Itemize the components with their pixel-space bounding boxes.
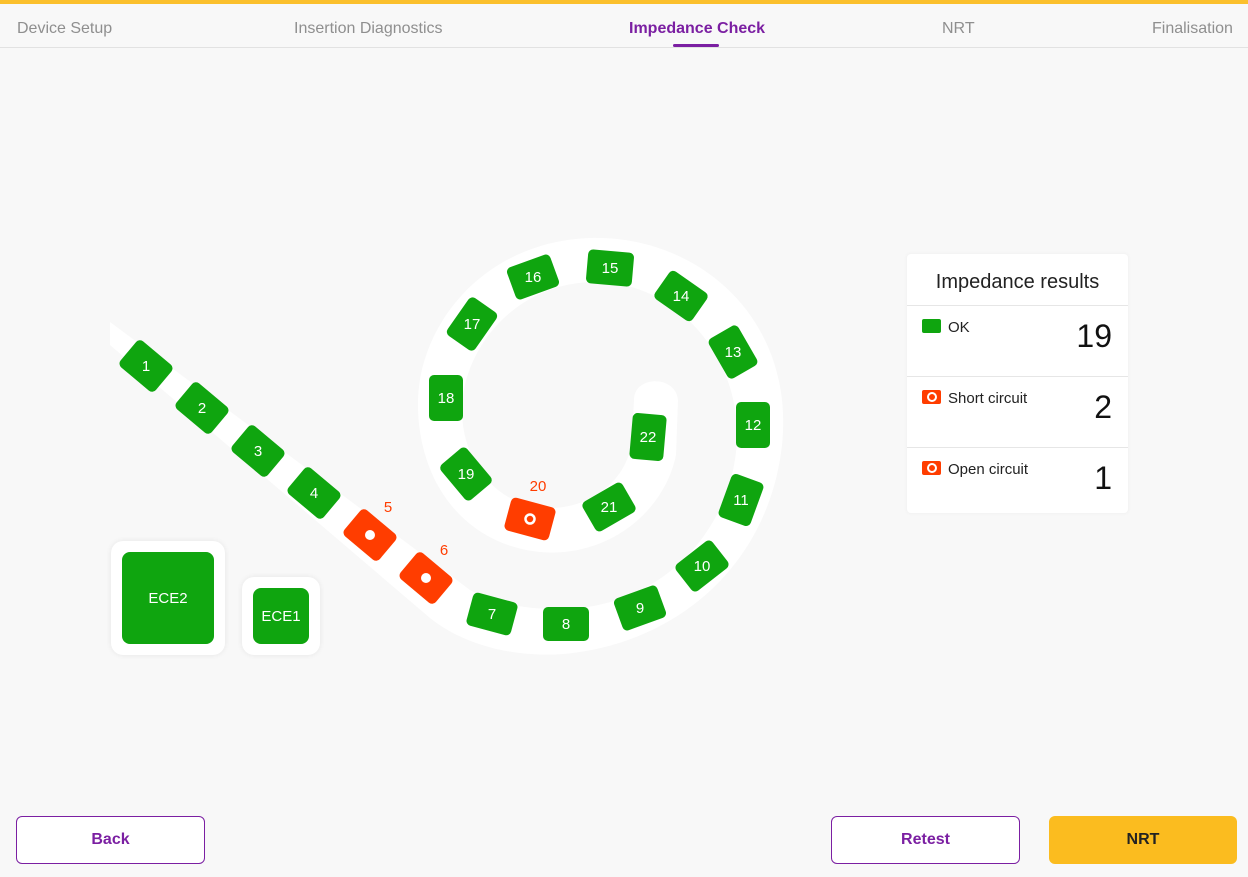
electrode-12[interactable]: 12 <box>736 402 770 448</box>
results-title: Impedance results <box>935 271 1100 293</box>
electrode-number-label: 7 <box>488 606 496 623</box>
ece2-electrode[interactable]: ECE2 <box>122 552 214 644</box>
retest-button[interactable]: Retest <box>831 816 1020 864</box>
electrode-number-label: 4 <box>310 485 318 502</box>
nrt-button[interactable]: NRT <box>1049 816 1237 864</box>
result-row-short-circuit: Short circuit 2 <box>907 376 1128 447</box>
open-circuit-icon <box>922 461 941 475</box>
ece1-container: ECE1 <box>242 577 320 655</box>
electrode-18[interactable]: 18 <box>429 375 463 421</box>
electrode-number-label: 14 <box>673 288 690 305</box>
ece2-container: ECE2 <box>111 541 225 655</box>
result-label: Short circuit <box>948 390 1028 407</box>
result-count: 1 <box>1094 460 1112 496</box>
electrode-number-label: 11 <box>733 492 749 509</box>
electrode-number-label: 16 <box>525 269 542 286</box>
back-button[interactable]: Back <box>16 816 205 864</box>
electrode-number-label: 18 <box>438 390 455 407</box>
electrode-15[interactable]: 15 <box>586 249 635 287</box>
ece1-electrode[interactable]: ECE1 <box>253 588 309 644</box>
electrode-number-label: 22 <box>640 429 657 446</box>
electrode-22[interactable]: 22 <box>629 413 667 462</box>
result-count: 2 <box>1094 389 1112 425</box>
short-circuit-icon <box>421 573 431 583</box>
electrode-number-label: 12 <box>745 417 762 434</box>
electrode-number-label: 3 <box>254 443 262 460</box>
electrode-number-label: 8 <box>562 616 570 633</box>
electrode-number-label: 1 <box>142 358 150 375</box>
result-count: 19 <box>1076 318 1112 354</box>
result-label: Open circuit <box>948 461 1029 478</box>
electrode-8[interactable]: 8 <box>543 607 589 641</box>
result-row-open-circuit: Open circuit 1 <box>907 447 1128 518</box>
electrode-number-label: 2 <box>198 400 206 417</box>
electrode-number-label: 20 <box>530 478 547 495</box>
electrode-number-label: 17 <box>464 316 481 333</box>
electrode-number-label: 21 <box>601 499 618 516</box>
result-label: OK <box>948 319 970 336</box>
impedance-results-panel: Impedance results OK 19 Short circuit 2 … <box>907 254 1128 513</box>
electrode-number-label: 5 <box>384 499 392 516</box>
electrode-number-label: 13 <box>725 344 742 361</box>
electrode-number-label: 10 <box>694 558 711 575</box>
electrode-number-label: 6 <box>440 542 448 559</box>
electrode-number-label: 19 <box>458 466 475 483</box>
short-circuit-icon <box>922 390 941 404</box>
electrode-number-label: 15 <box>602 260 619 277</box>
electrode-number-label: 9 <box>636 600 644 617</box>
result-row-ok: OK 19 <box>907 305 1128 376</box>
ok-swatch-icon <box>922 319 941 333</box>
short-circuit-icon <box>365 530 375 540</box>
